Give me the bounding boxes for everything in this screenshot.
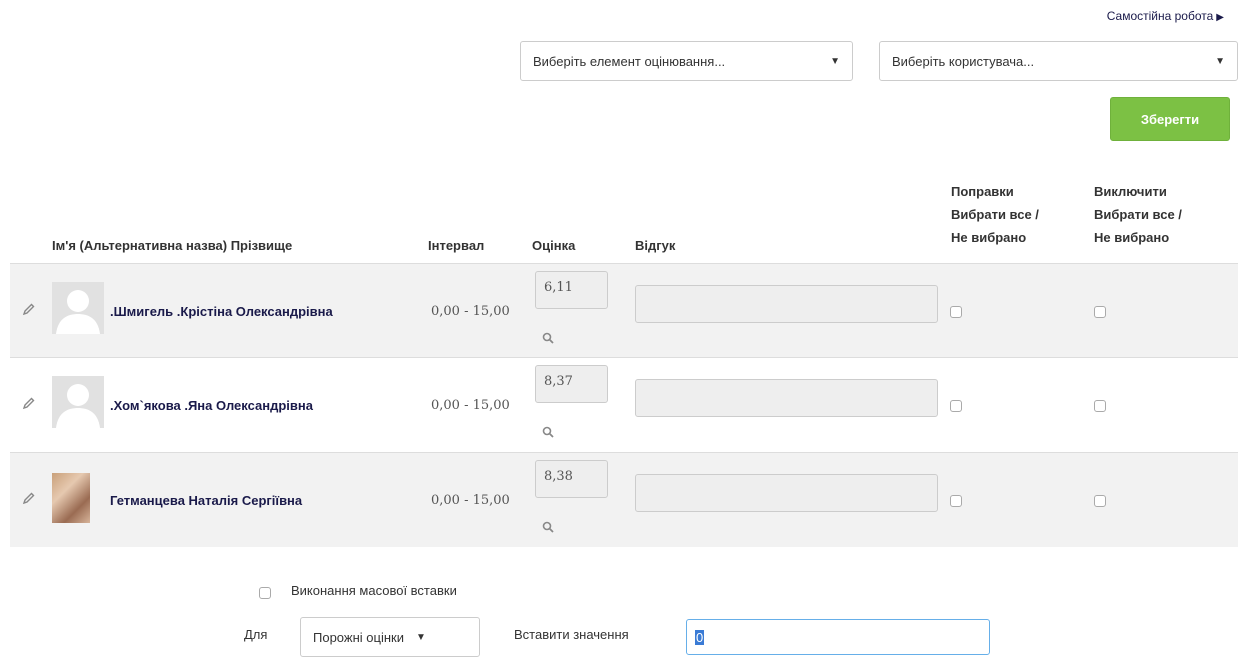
play-arrow-icon: ▶ <box>1216 12 1224 23</box>
grade-item-select-value: Виберіть елемент оцінювання... <box>533 53 726 69</box>
column-header-name[interactable]: Ім'я (Альтернативна назва) Прізвище <box>52 234 292 257</box>
override-select-none-link[interactable]: Не вибрано <box>951 230 1026 245</box>
override-select-all-link[interactable]: Вибрати все / <box>951 207 1039 222</box>
user-avatar[interactable] <box>52 282 104 334</box>
search-icon[interactable] <box>542 332 554 344</box>
pencil-icon[interactable] <box>22 302 36 316</box>
chevron-down-icon: ▼ <box>415 631 426 643</box>
bulk-target-select[interactable]: Порожні оцінки ▼ <box>300 617 480 657</box>
table-row: .Хом`якова .Яна Олександрівна 0,00 - 15,… <box>10 357 1238 452</box>
student-name-link[interactable]: Гетманцева Наталія Сергіївна <box>110 493 302 508</box>
grade-interval: 0,00 - 15,00 <box>431 303 510 319</box>
pencil-icon[interactable] <box>22 396 36 410</box>
grade-item-select[interactable]: Виберіть елемент оцінювання... ▼ <box>520 41 853 81</box>
column-header-exclude: Виключити Вибрати все / Не вибрано <box>1094 180 1182 249</box>
feedback-field[interactable] <box>635 474 938 512</box>
column-header-feedback: Відгук <box>635 238 676 253</box>
pencil-icon[interactable] <box>22 491 36 505</box>
insert-value-text: 0 <box>695 629 705 645</box>
user-avatar[interactable] <box>52 473 90 523</box>
column-header-grade: Оцінка <box>532 238 576 253</box>
insert-value-input[interactable]: 0 <box>686 619 990 655</box>
column-header-override: Поправки Вибрати все / Не вибрано <box>951 180 1039 249</box>
student-name-link[interactable]: .Хом`якова .Яна Олександрівна <box>110 398 313 413</box>
grade-interval: 0,00 - 15,00 <box>431 397 510 413</box>
grade-field[interactable]: 8,37 <box>535 365 608 403</box>
feedback-field[interactable] <box>635 285 938 323</box>
override-title: Поправки <box>951 184 1014 199</box>
student-name-link[interactable]: .Шмигель .Крістіна Олександрівна <box>110 304 333 319</box>
bulk-insert-label: Виконання масової вставки <box>291 583 457 598</box>
bulk-target-value: Порожні оцінки <box>313 629 404 645</box>
user-select-value: Виберіть користувача... <box>892 53 1035 69</box>
user-select[interactable]: Виберіть користувача... ▼ <box>879 41 1238 81</box>
override-checkbox[interactable] <box>950 495 962 507</box>
override-checkbox[interactable] <box>950 306 962 318</box>
exclude-select-none-link[interactable]: Не вибрано <box>1094 230 1169 245</box>
exclude-checkbox[interactable] <box>1094 400 1106 412</box>
save-button[interactable]: Зберегти <box>1110 97 1230 141</box>
next-item-link[interactable]: Самостійна робота ▶ <box>1107 9 1224 23</box>
grade-interval: 0,00 - 15,00 <box>431 492 510 508</box>
chevron-down-icon: ▼ <box>1215 55 1225 67</box>
chevron-down-icon: ▼ <box>830 55 840 67</box>
exclude-checkbox[interactable] <box>1094 495 1106 507</box>
table-row: .Шмигель .Крістіна Олександрівна 0,00 - … <box>10 263 1238 358</box>
grade-field[interactable]: 6,11 <box>535 271 608 309</box>
column-header-interval: Інтервал <box>428 238 485 253</box>
sort-name-link[interactable]: Ім'я (Альтернативна назва) Прізвище <box>52 238 292 253</box>
grade-field[interactable]: 8,38 <box>535 460 608 498</box>
user-avatar[interactable] <box>52 376 104 428</box>
exclude-checkbox[interactable] <box>1094 306 1106 318</box>
feedback-field[interactable] <box>635 379 938 417</box>
table-row: Гетманцева Наталія Сергіївна 0,00 - 15,0… <box>10 452 1238 547</box>
exclude-title: Виключити <box>1094 184 1167 199</box>
override-checkbox[interactable] <box>950 400 962 412</box>
for-label: Для <box>244 627 268 642</box>
bulk-insert-checkbox[interactable] <box>259 587 271 599</box>
next-item-label: Самостійна робота <box>1106 9 1214 23</box>
search-icon[interactable] <box>542 521 554 533</box>
insert-value-label: Вставити значення <box>514 627 629 642</box>
exclude-select-all-link[interactable]: Вибрати все / <box>1094 207 1182 222</box>
search-icon[interactable] <box>542 426 554 438</box>
